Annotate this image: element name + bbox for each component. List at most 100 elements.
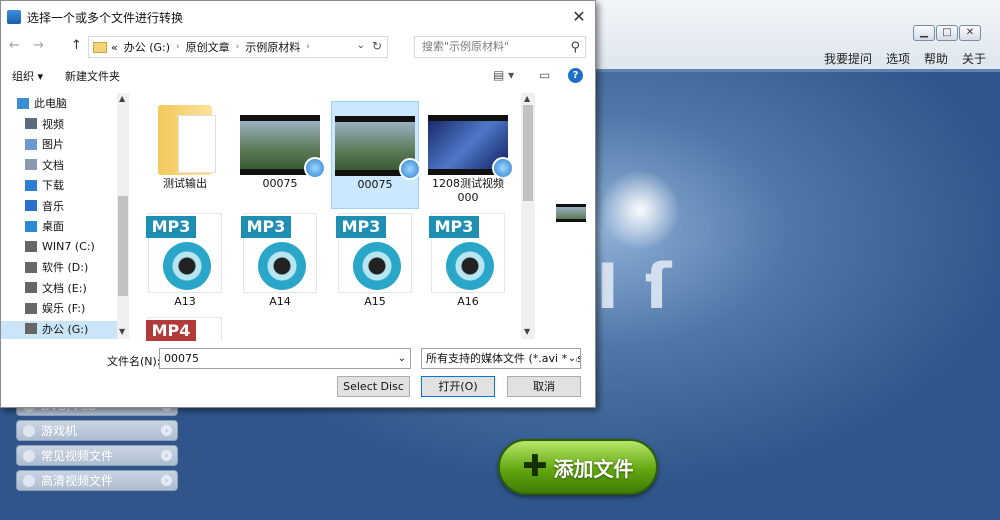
scroll-up-icon[interactable]: ▲ (524, 94, 530, 103)
maximize-button[interactable]: □ (936, 25, 958, 41)
breadcrumb-separator[interactable]: › (306, 42, 310, 52)
file-name: A16 (457, 295, 479, 308)
file-item[interactable]: MP4 (141, 317, 229, 341)
nav-item-label: 图片 (42, 138, 64, 152)
open-button[interactable]: 打开(O) (421, 376, 495, 397)
search-icon[interactable]: ⚲ (570, 38, 580, 58)
help-icon[interactable]: ? (568, 68, 583, 83)
scroll-down-icon[interactable]: ▼ (524, 327, 530, 336)
breadcrumb-separator[interactable]: › (176, 42, 180, 52)
folder-icon (158, 105, 216, 175)
category-hd-video[interactable]: 高清视频文件 › (16, 470, 178, 491)
menu-options[interactable]: 选项 (886, 50, 910, 67)
device-category-list: DVD/VCD › 游戏机 › 常见视频文件 › 高清视频文件 › (16, 395, 178, 495)
drive-icon (25, 302, 37, 314)
nav-item-4[interactable]: 下载 (1, 175, 129, 196)
add-file-label: 添加文件 (553, 456, 634, 481)
open-file-dialog: 选择一个或多个文件进行转换 ✕ ← → ↑ « 办公 (G:) › 原创文章 ›… (0, 0, 596, 408)
nav-item-3[interactable]: 文档 (1, 155, 129, 176)
filename-input[interactable]: 00075 ⌄ (159, 348, 411, 369)
nav-item-9[interactable]: 文档 (E:) (1, 278, 129, 299)
new-folder-button[interactable]: 新建文件夹 (65, 68, 120, 84)
dialog-close-button[interactable]: ✕ (569, 7, 589, 27)
nav-item-6[interactable]: 桌面 (1, 216, 129, 237)
folder-icon (93, 41, 107, 53)
filetype-select[interactable]: 所有支持的媒体文件 (*.avi *.as ⌄ (421, 348, 581, 369)
file-item[interactable]: MP3 A15 (331, 213, 419, 313)
view-options-icon[interactable]: ▤ ▾ (493, 68, 514, 82)
nav-item-label: 办公 (G:) (42, 322, 89, 336)
nav-pane-scroll-thumb[interactable] (118, 196, 128, 296)
nav-item-8[interactable]: 软件 (D:) (1, 257, 129, 278)
category-game-console[interactable]: 游戏机 › (16, 420, 178, 441)
close-button[interactable]: ✕ (959, 25, 981, 41)
chevron-down-icon[interactable]: ⌄ (567, 349, 576, 368)
file-type-badge: MP3 (336, 216, 386, 238)
nav-item-label: WIN7 (C:) (42, 240, 95, 254)
menu-about[interactable]: 关于 (962, 50, 986, 67)
nav-item-label: 桌面 (42, 220, 64, 234)
plus-icon: ✚ (522, 449, 548, 484)
file-item[interactable]: 00075 (236, 101, 326, 209)
file-item[interactable]: 00075 (331, 101, 421, 209)
address-overflow[interactable]: « (111, 41, 118, 54)
back-arrow-icon[interactable]: ← (9, 38, 20, 53)
app-logo: I ſ (596, 250, 674, 323)
select-disc-button[interactable]: Select Disc (337, 376, 410, 397)
category-common-video[interactable]: 常见视频文件 › (16, 445, 178, 466)
dialog-title-bar: 选择一个或多个文件进行转换 (1, 1, 595, 33)
filetype-value: 所有支持的媒体文件 (*.avi *.as (426, 352, 581, 365)
media-player-icon (492, 157, 514, 179)
address-bar[interactable]: « 办公 (G:) › 原创文章 › 示例原材料 › ⌄ ↻ (88, 36, 388, 58)
add-file-button[interactable]: ✚ 添加文件 (498, 439, 658, 495)
chevron-down-icon[interactable]: ⌄ (357, 40, 365, 51)
nav-item-label: 文档 (42, 158, 64, 172)
file-item[interactable]: MP3 A13 (141, 213, 229, 313)
scroll-down-icon[interactable]: ▼ (119, 327, 125, 336)
file-name: 00075 (262, 177, 298, 190)
desktop-icon (25, 220, 37, 232)
search-input[interactable]: 搜索"示例原材料" ⚲ (414, 36, 586, 58)
nav-item-10[interactable]: 娱乐 (F:) (1, 298, 129, 319)
category-label: 常见视频文件 (41, 449, 114, 463)
mp3-file-icon: MP3 (336, 213, 412, 293)
cancel-button[interactable]: 取消 (507, 376, 581, 397)
chevron-right-icon: › (161, 450, 172, 461)
drive-icon (25, 241, 37, 253)
organize-button[interactable]: 组织 ▾ (12, 68, 43, 84)
music-icon (25, 200, 37, 212)
refresh-icon[interactable]: ↻ (369, 39, 385, 55)
nav-item-2[interactable]: 图片 (1, 134, 129, 155)
menu-ask-question[interactable]: 我要提问 (824, 50, 872, 67)
scroll-up-icon[interactable]: ▲ (119, 94, 125, 103)
nav-item-11[interactable]: 办公 (G:) (1, 319, 129, 340)
video-thumbnail (428, 115, 514, 179)
minimize-button[interactable]: ▁ (913, 25, 935, 41)
nav-item-1[interactable]: 视频 (1, 114, 129, 135)
file-item[interactable]: 1208测试视频000 (424, 101, 514, 209)
breadcrumb-drive[interactable]: 办公 (G:) (124, 39, 170, 55)
breadcrumb-current[interactable]: 示例原材料 (245, 39, 300, 55)
drive-icon (25, 261, 37, 273)
file-name: 1208测试视频000 (432, 177, 504, 204)
chevron-right-icon: › (161, 475, 172, 486)
download-icon (25, 179, 37, 191)
menu-help[interactable]: 帮助 (924, 50, 948, 67)
nav-item-7[interactable]: WIN7 (C:) (1, 237, 129, 258)
nav-item-0[interactable]: 此电脑 (1, 93, 129, 114)
file-type-badge: MP3 (241, 216, 291, 238)
forward-arrow-icon[interactable]: → (33, 38, 44, 53)
file-item[interactable]: 测试输出 (141, 101, 229, 209)
file-grid-scroll-thumb[interactable] (523, 105, 533, 201)
video-thumbnail (240, 115, 326, 179)
nav-item-5[interactable]: 音乐 (1, 196, 129, 217)
file-item[interactable]: MP3 A16 (424, 213, 512, 313)
up-arrow-icon[interactable]: ↑ (71, 38, 82, 53)
breadcrumb-separator[interactable]: › (236, 42, 240, 52)
file-item[interactable]: MP3 A14 (236, 213, 324, 313)
breadcrumb-folder[interactable]: 原创文章 (186, 39, 230, 55)
preview-pane-icon[interactable]: ▭ (539, 68, 550, 82)
document-icon (25, 159, 37, 171)
category-label: 高清视频文件 (41, 474, 114, 488)
chevron-down-icon[interactable]: ⌄ (398, 349, 406, 368)
